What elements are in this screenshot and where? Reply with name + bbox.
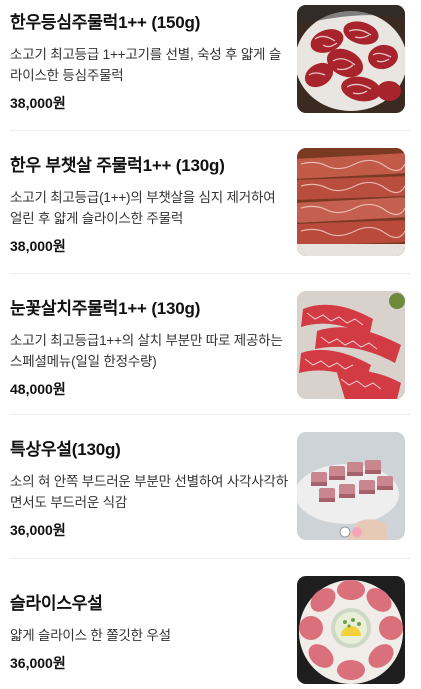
menu-item-text: 슬라이스우설 얇게 슬라이스 한 쫄깃한 우설 36,000원 (10, 593, 288, 673)
menu-item-name: 눈꽃살치주물럭1++ (130g) (10, 299, 201, 318)
menu-item-price: 48,000원 (10, 381, 66, 397)
divider (10, 414, 411, 415)
menu-item-photo[interactable] (297, 432, 405, 540)
beef-tongue-cubes-photo (297, 432, 405, 540)
menu-item-name: 한우 부챗살 주물럭1++ (130g) (10, 156, 225, 175)
menu-item-price: 38,000원 (10, 95, 66, 111)
menu-item-description: 소의 혀 안쪽 부드러운 부분만 선별하여 사각사각하면서도 부드러운 식감 (10, 474, 288, 510)
menu-item-name: 한우등심주물럭1++ (150g) (10, 13, 201, 32)
menu-item-photo[interactable] (297, 148, 405, 256)
menu-item-price: 38,000원 (10, 238, 66, 254)
menu-item-photo[interactable] (297, 5, 405, 113)
menu-item-description: 소고기 최고등급1++의 살치 부분만 따로 제공하는 스페셜메뉴(일일 한정수… (10, 333, 283, 369)
sliced-beef-tongue-photo (297, 576, 405, 684)
snowflake-beef-photo (297, 291, 405, 399)
menu-item-name: 특상우설(130g) (10, 440, 121, 459)
divider (10, 273, 411, 274)
menu-list: 한우등심주물럭1++ (150g) 소고기 최고등급 1++고기를 선별, 숙성… (0, 0, 421, 689)
sliced-beef-photo (297, 148, 405, 256)
menu-item-text: 눈꽃살치주물럭1++ (130g) 소고기 최고등급1++의 살치 부분만 따로… (10, 298, 288, 399)
menu-item-description: 소고기 최고등급 1++고기를 선별, 숙성 후 얇게 슬라이스한 등심주물럭 (10, 47, 282, 83)
divider (10, 558, 411, 559)
menu-item-price: 36,000원 (10, 522, 66, 538)
menu-item-photo[interactable] (297, 576, 405, 684)
menu-item-name: 슬라이스우설 (10, 594, 103, 613)
marbled-beef-photo (297, 5, 405, 113)
menu-item-text: 특상우설(130g) 소의 혀 안쪽 부드러운 부분만 선별하여 사각사각하면서… (10, 439, 288, 540)
divider (10, 130, 411, 131)
menu-item-text: 한우등심주물럭1++ (150g) 소고기 최고등급 1++고기를 선별, 숙성… (10, 12, 288, 113)
menu-item-description: 소고기 최고등급(1++)의 부챗살을 심지 제거하여 얼린 후 얇게 슬라이스… (10, 190, 276, 226)
menu-item-price: 36,000원 (10, 655, 66, 671)
menu-item-description: 얇게 슬라이스 한 쫄깃한 우설 (10, 628, 171, 643)
menu-item-text: 한우 부챗살 주물럭1++ (130g) 소고기 최고등급(1++)의 부챗살을… (10, 155, 288, 256)
menu-item-photo[interactable] (297, 291, 405, 399)
